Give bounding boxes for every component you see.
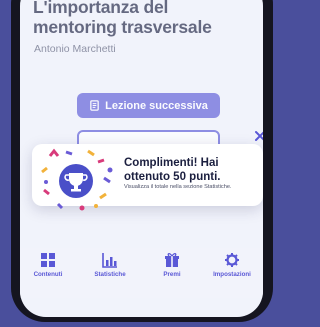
grid-icon [41,253,55,267]
bar-chart-icon [102,253,117,268]
gift-icon [165,253,179,267]
toast-title: Complimenti! Hai ottenuto 50 punti. [124,157,221,183]
tab-impostazioni[interactable]: Impostazioni [204,252,260,278]
tab-label: Premi [163,271,181,278]
close-icon[interactable] [254,130,263,142]
toast-text: Visualizza il totale nella sezione Stati… [124,184,232,190]
tab-statistiche[interactable]: Statistiche [82,252,138,278]
tab-label: Impostazioni [213,271,251,278]
tab-premi[interactable]: Premi [144,252,200,278]
app-screen: L'importanza del mentoring trasversale A… [20,0,263,317]
gear-icon [225,253,239,267]
bottom-tab-bar: Contenuti Statistiche Premi Impostazioni [20,248,263,298]
tab-contenuti[interactable]: Contenuti [20,252,76,278]
trophy-confetti-icon [41,148,113,211]
tab-label: Contenuti [33,271,63,278]
tab-label: Statistiche [94,271,126,278]
